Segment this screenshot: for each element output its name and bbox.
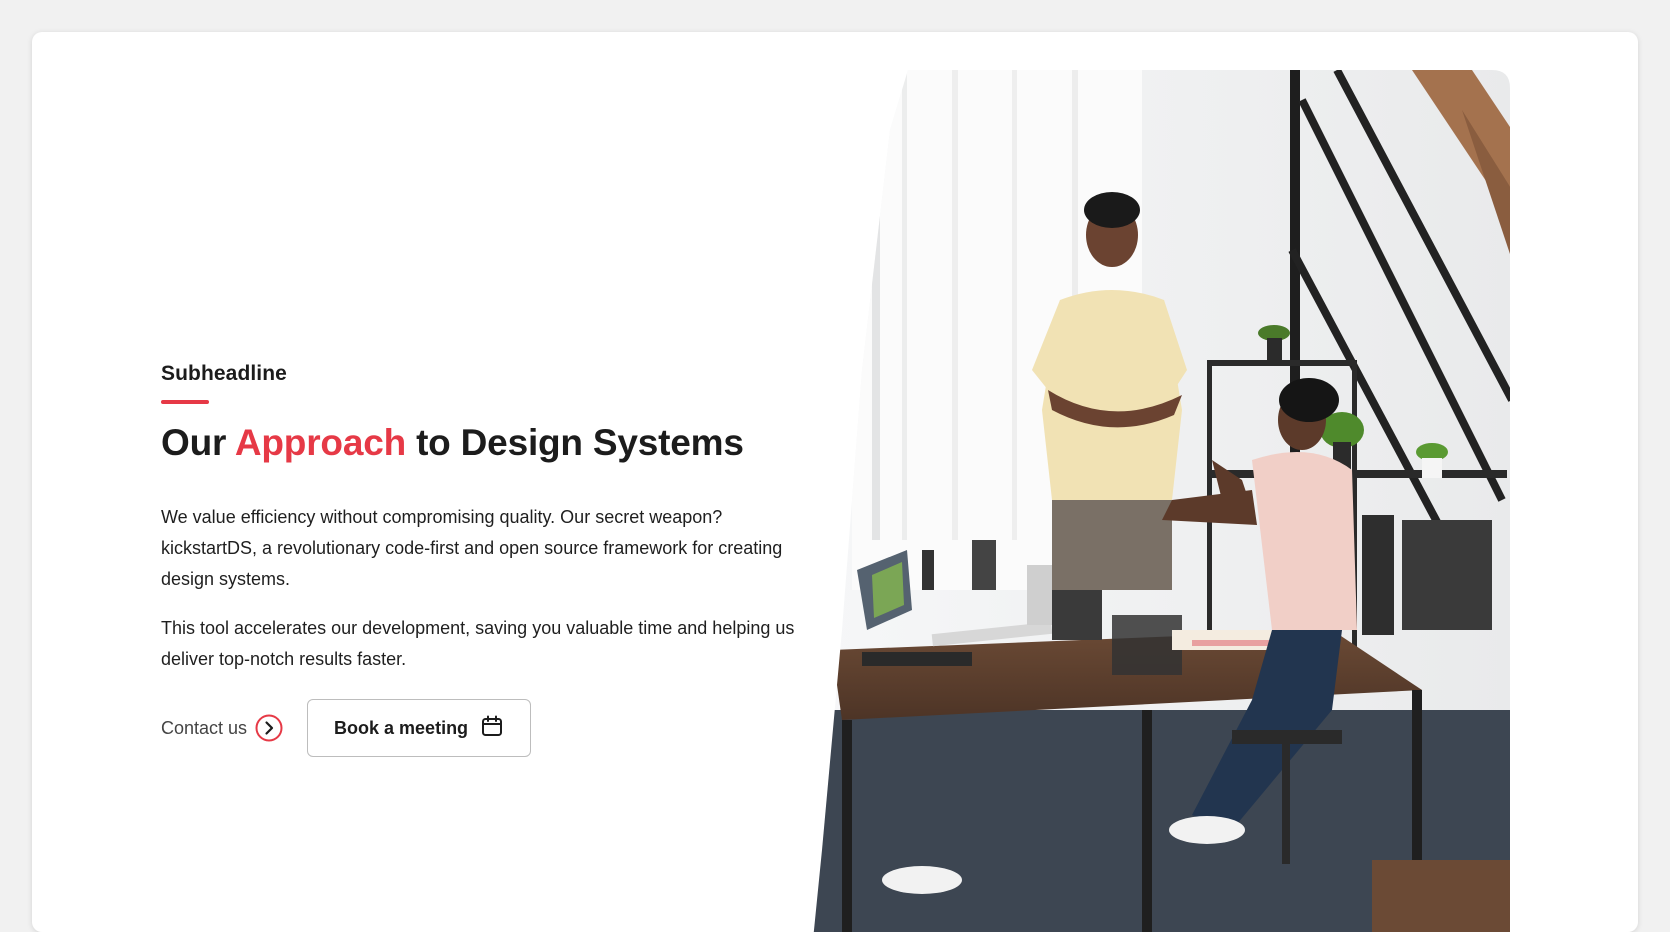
book-meeting-button[interactable]: Book a meeting [307,699,532,757]
contact-us-link[interactable]: Contact us [161,714,283,742]
headline-part-after: to Design Systems [405,422,744,463]
office-photo [812,70,1512,932]
calendar-icon [480,714,504,743]
subheadline: Subheadline [161,362,287,385]
book-meeting-label: Book a meeting [334,717,469,738]
accent-divider [161,400,209,404]
contact-us-label: Contact us [161,717,248,738]
body-paragraph-1: We value efficiency without compromising… [161,507,783,589]
headline-part-before: Our [161,422,235,463]
action-row: Contact us Book a meeting [161,699,801,757]
hero-card: Subheadline Our Approach to Design Syste… [32,32,1638,932]
text-content: Subheadline Our Approach to Design Syste… [161,362,801,757]
chevron-right-circle-icon [255,714,283,742]
body-paragraph-2: This tool accelerates our development, s… [161,618,795,669]
headline-highlight: Approach [234,422,406,463]
page-title: Our Approach to Design Systems [161,422,801,464]
